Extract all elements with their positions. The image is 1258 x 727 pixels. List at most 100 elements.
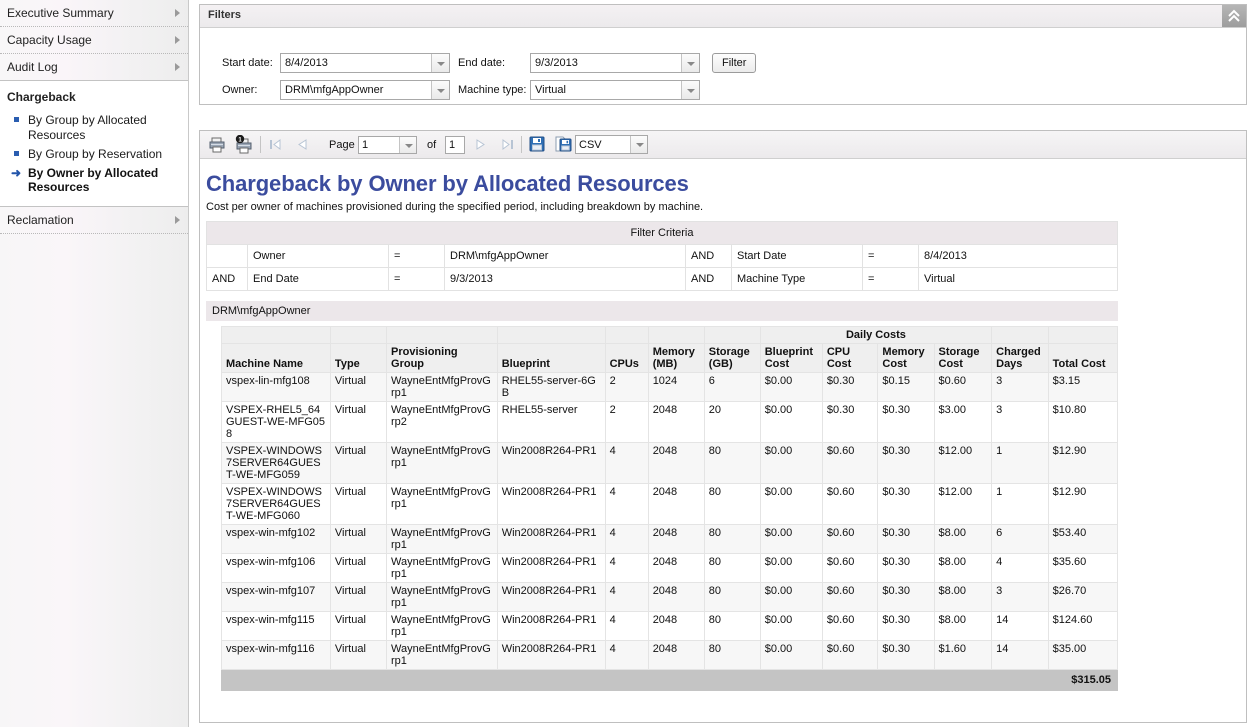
cell-blueprint-cost: $0.00 xyxy=(759,442,823,484)
sidebar-item-by-group-by-reservation[interactable]: By Group by Reservation xyxy=(0,145,188,164)
cell-provisioning-group: WayneEntMfgProvGrp1 xyxy=(386,611,498,641)
filter-button[interactable]: Filter xyxy=(712,53,757,73)
chevron-down-icon[interactable] xyxy=(399,137,416,153)
machine-type-select[interactable]: Virtual xyxy=(530,80,700,100)
sidebar-group-audit-log[interactable]: Audit Log xyxy=(0,54,188,81)
filters-collapse-button[interactable] xyxy=(1222,5,1246,27)
chargeback-table: Daily Costs Machine Name Type Provisioning… xyxy=(221,326,1119,691)
print-button[interactable] xyxy=(208,136,226,156)
sidebar-item-label: By Group by Allocated Resources xyxy=(28,113,147,142)
cell-blueprint-cost: $0.00 xyxy=(759,401,823,443)
first-page-button[interactable] xyxy=(268,137,283,152)
table-header-cell[interactable]: Total Cost xyxy=(1047,343,1119,373)
table-header-cell[interactable]: Storage (GB) xyxy=(703,343,761,373)
cell-storage-gb: 80 xyxy=(703,483,761,525)
table-header-cell[interactable]: CPU Cost xyxy=(821,343,879,373)
cell-machine-name: VSPEX-RHEL5_64GUEST-WE-MFG058 xyxy=(221,401,331,443)
table-row: VSPEX-RHEL5_64GUEST-WE-MFG058 Virtual Wayn… xyxy=(221,401,1119,443)
filter-criteria-row: Owner = DRM\mfgAppOwner AND Start Date = 8/4/2… xyxy=(206,244,1118,268)
cell-blueprint-cost: $0.00 xyxy=(759,372,823,402)
prev-page-button[interactable] xyxy=(295,137,310,152)
printer-page-icon: 1 xyxy=(235,134,252,154)
cell-charged-days: 1 xyxy=(991,483,1049,525)
report-page: Executive Summary Capacity Usage Audit Log… xyxy=(0,0,1258,727)
bullet-icon xyxy=(14,151,19,156)
page-number-input[interactable]: 1 xyxy=(358,136,417,154)
sidebar-item-by-group-by-allocated-resources[interactable]: By Group by Allocated Resources xyxy=(0,111,188,145)
save-button[interactable] xyxy=(529,136,545,155)
last-page-button[interactable] xyxy=(500,137,515,152)
chevron-down-icon[interactable] xyxy=(630,136,647,153)
cell-blueprint: RHEL55-server-6GB xyxy=(496,372,606,402)
table-header-cell[interactable]: Memory Cost xyxy=(877,343,935,373)
cell-memory-mb: 2048 xyxy=(647,640,705,670)
cell-blueprint: Win2008R264-PR1 xyxy=(496,553,606,583)
table-header-cell[interactable]: Memory (MB) xyxy=(647,343,705,373)
chevron-down-icon[interactable] xyxy=(431,81,449,99)
cell-provisioning-group: WayneEntMfgProvGrp1 xyxy=(386,553,498,583)
cell-machine-name: vspex-win-mfg115 xyxy=(221,611,331,641)
chevron-right-icon xyxy=(175,63,180,71)
end-date-input[interactable]: 9/3/2013 xyxy=(530,53,700,73)
cell-cpus: 4 xyxy=(604,553,649,583)
sidebar-group-reclamation[interactable]: Reclamation xyxy=(0,207,188,234)
cell-storage-cost: $1.60 xyxy=(933,640,993,670)
table-header-cell[interactable]: Blueprint Cost xyxy=(759,343,823,373)
cell-blueprint: Win2008R264-PR1 xyxy=(496,611,606,641)
cell-memory-mb: 2048 xyxy=(647,401,705,443)
cell-cpu-cost: $0.60 xyxy=(821,611,879,641)
chevron-right-icon xyxy=(175,9,180,17)
cell-cpu-cost: $0.30 xyxy=(821,401,879,443)
cell-type: Virtual xyxy=(329,442,388,484)
table-header-cell[interactable]: CPUs xyxy=(604,343,649,373)
start-date-value: 8/4/2013 xyxy=(285,57,328,69)
chevron-down-icon[interactable] xyxy=(681,81,699,99)
prev-page-icon xyxy=(298,139,307,150)
next-page-button[interactable] xyxy=(473,137,488,152)
sidebar-group-label: Capacity Usage xyxy=(7,33,92,47)
total-pages-value: 1 xyxy=(449,139,456,151)
table-header-cell[interactable]: Blueprint xyxy=(496,343,606,373)
cell-total-cost: $12.90 xyxy=(1047,483,1119,525)
cell-total-cost: $35.60 xyxy=(1047,553,1119,583)
table-header-cell[interactable]: Charged Days xyxy=(991,343,1049,373)
cell-memory-cost: $0.30 xyxy=(877,401,935,443)
sidebar-panel-title: Chargeback xyxy=(7,90,76,104)
cell-blueprint: Win2008R264-PR1 xyxy=(496,483,606,525)
owner-select[interactable]: DRM\mfgAppOwner xyxy=(280,80,450,100)
sidebar-group-executive-summary[interactable]: Executive Summary xyxy=(0,0,188,27)
printer-icon xyxy=(209,137,225,153)
cell-total-cost: $12.90 xyxy=(1047,442,1119,484)
print-current-page-button[interactable]: 1 xyxy=(234,134,254,157)
sidebar-group-capacity-usage[interactable]: Capacity Usage xyxy=(0,27,188,54)
chevron-down-icon[interactable] xyxy=(681,54,699,72)
cell-type: Virtual xyxy=(329,372,388,402)
cell-provisioning-group: WayneEntMfgProvGrp1 xyxy=(386,483,498,525)
cell-memory-cost: $0.30 xyxy=(877,582,935,612)
table-header-cell[interactable]: Storage Cost xyxy=(933,343,993,373)
chevron-down-icon[interactable] xyxy=(431,54,449,72)
export-button[interactable] xyxy=(555,136,573,155)
table-header-spacer xyxy=(496,326,606,344)
report-panel: 1 Page 1 of 1 CSV Chargeback by Owner by… xyxy=(199,130,1247,723)
sidebar-item-by-owner-by-allocated-resources[interactable]: ➜ By Owner by Allocated Resources xyxy=(0,164,188,196)
cell-blueprint-cost: $0.00 xyxy=(759,524,823,554)
table-header-cell[interactable]: Machine Name xyxy=(221,343,331,373)
cell-charged-days: 6 xyxy=(991,524,1049,554)
table-group-header-row: Daily Costs xyxy=(221,326,1119,344)
last-page-icon xyxy=(502,139,513,150)
cell-blueprint: Win2008R264-PR1 xyxy=(496,524,606,554)
total-pages-box: 1 xyxy=(445,136,465,154)
cell-type: Virtual xyxy=(329,524,388,554)
cell-cpu-cost: $0.30 xyxy=(821,372,879,402)
cell-type: Virtual xyxy=(329,611,388,641)
cell-storage-gb: 80 xyxy=(703,611,761,641)
filter-criteria-title: Filter Criteria xyxy=(206,221,1118,245)
filter-criteria-cell: Machine Type xyxy=(731,267,863,291)
table-header-cell[interactable]: Type xyxy=(329,343,388,373)
export-format-select[interactable]: CSV xyxy=(575,135,648,154)
cell-storage-gb: 80 xyxy=(703,582,761,612)
start-date-input[interactable]: 8/4/2013 xyxy=(280,53,450,73)
table-header-cell[interactable]: Provisioning Group xyxy=(386,343,498,373)
cell-blueprint: Win2008R264-PR1 xyxy=(496,442,606,484)
